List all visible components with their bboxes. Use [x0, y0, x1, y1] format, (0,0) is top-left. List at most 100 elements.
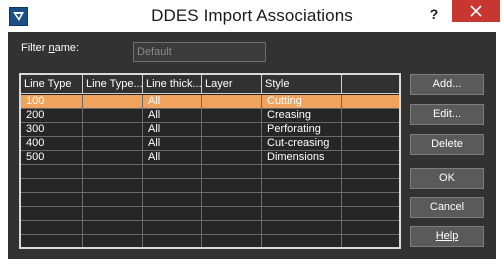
table-cell: All	[143, 123, 202, 137]
table-cell	[342, 193, 399, 207]
table-cell	[202, 109, 262, 123]
table-cell	[342, 165, 399, 179]
table-cell	[342, 137, 399, 151]
table-cell	[262, 221, 342, 235]
table-cell	[202, 165, 262, 179]
associations-grid[interactable]: Line Type Line Type... Line thick... Lay…	[19, 73, 401, 249]
table-cell	[83, 165, 143, 179]
table-cell	[83, 137, 143, 151]
close-icon	[470, 5, 482, 17]
table-cell: 300	[21, 123, 83, 137]
column-header-line-type-2[interactable]: Line Type...	[83, 75, 143, 94]
table-cell	[83, 109, 143, 123]
table-cell	[342, 207, 399, 221]
table-cell	[21, 165, 83, 179]
table-row[interactable]: 200 All Creasing	[21, 109, 399, 123]
table-cell	[262, 179, 342, 193]
table-cell	[262, 193, 342, 207]
add-button[interactable]: Add...	[410, 74, 484, 95]
column-header-style[interactable]: Style	[262, 75, 342, 94]
filter-name-label: Filter name:	[21, 42, 79, 54]
filter-name-input[interactable]: Default	[133, 42, 266, 62]
table-cell	[143, 193, 202, 207]
help-button[interactable]: Help	[410, 226, 484, 247]
grid-header: Line Type Line Type... Line thick... Lay…	[21, 75, 399, 94]
table-row-empty[interactable]	[21, 207, 399, 221]
delete-button[interactable]: Delete	[410, 134, 484, 155]
table-cell	[21, 221, 83, 235]
table-row-empty[interactable]	[21, 179, 399, 193]
table-cell	[143, 235, 202, 247]
table-cell	[202, 207, 262, 221]
table-cell	[83, 193, 143, 207]
table-cell: All	[143, 137, 202, 151]
close-button[interactable]	[452, 0, 500, 22]
dialog-body: Filter name: Default Line Type Line Type…	[8, 32, 496, 259]
table-cell	[21, 235, 83, 247]
table-cell: Creasing	[262, 109, 342, 123]
table-row-empty[interactable]	[21, 221, 399, 235]
table-cell	[202, 235, 262, 247]
table-cell	[342, 95, 399, 109]
table-cell	[342, 235, 399, 247]
table-cell	[202, 137, 262, 151]
table-cell: Perforating	[262, 123, 342, 137]
table-cell	[202, 151, 262, 165]
table-row-empty[interactable]	[21, 165, 399, 179]
table-cell: 400	[21, 137, 83, 151]
table-cell	[342, 221, 399, 235]
table-cell	[202, 193, 262, 207]
table-cell	[143, 179, 202, 193]
column-header-layer[interactable]: Layer	[202, 75, 262, 94]
table-cell	[342, 109, 399, 123]
table-cell	[262, 207, 342, 221]
table-row[interactable]: 400 All Cut-creasing	[21, 137, 399, 151]
table-cell	[21, 207, 83, 221]
dialog-window: DDES Import Associations ? Filter name: …	[0, 0, 504, 267]
column-header-extra[interactable]	[342, 75, 399, 94]
table-cell	[342, 151, 399, 165]
table-row[interactable]: 300 All Perforating	[21, 123, 399, 137]
table-cell	[143, 221, 202, 235]
table-cell	[202, 179, 262, 193]
table-cell: Cut-creasing	[262, 137, 342, 151]
table-row-empty[interactable]	[21, 235, 399, 247]
help-button-label: Help	[435, 230, 459, 242]
table-row-empty[interactable]	[21, 193, 399, 207]
table-cell	[83, 95, 143, 109]
table-cell	[143, 165, 202, 179]
table-cell	[342, 123, 399, 137]
column-header-line-type[interactable]: Line Type	[21, 75, 83, 94]
table-cell	[83, 221, 143, 235]
table-cell	[202, 221, 262, 235]
table-cell: 100	[21, 95, 83, 109]
table-cell: All	[143, 95, 202, 109]
table-row[interactable]: 100 All Cutting	[21, 95, 399, 109]
table-cell	[83, 179, 143, 193]
table-cell: 500	[21, 151, 83, 165]
cancel-button[interactable]: Cancel	[410, 197, 484, 218]
table-row[interactable]: 500 All Dimensions	[21, 151, 399, 165]
column-header-line-thickness[interactable]: Line thick...	[143, 75, 202, 94]
table-cell	[262, 165, 342, 179]
ok-button[interactable]: OK	[410, 168, 484, 189]
table-cell	[21, 179, 83, 193]
table-cell	[342, 179, 399, 193]
title-bar[interactable]: DDES Import Associations ?	[0, 0, 504, 32]
table-cell	[83, 151, 143, 165]
table-cell: All	[143, 109, 202, 123]
table-cell: Cutting	[262, 95, 342, 109]
table-cell: All	[143, 151, 202, 165]
edit-button[interactable]: Edit...	[410, 104, 484, 125]
help-icon[interactable]: ?	[424, 3, 444, 25]
table-cell	[21, 193, 83, 207]
table-cell	[262, 235, 342, 247]
table-cell	[83, 207, 143, 221]
table-cell: 200	[21, 109, 83, 123]
table-cell	[83, 123, 143, 137]
filter-name-label-text: Filter name:	[21, 42, 80, 54]
table-cell	[202, 123, 262, 137]
table-cell: Dimensions	[262, 151, 342, 165]
table-cell	[143, 207, 202, 221]
table-cell	[83, 235, 143, 247]
